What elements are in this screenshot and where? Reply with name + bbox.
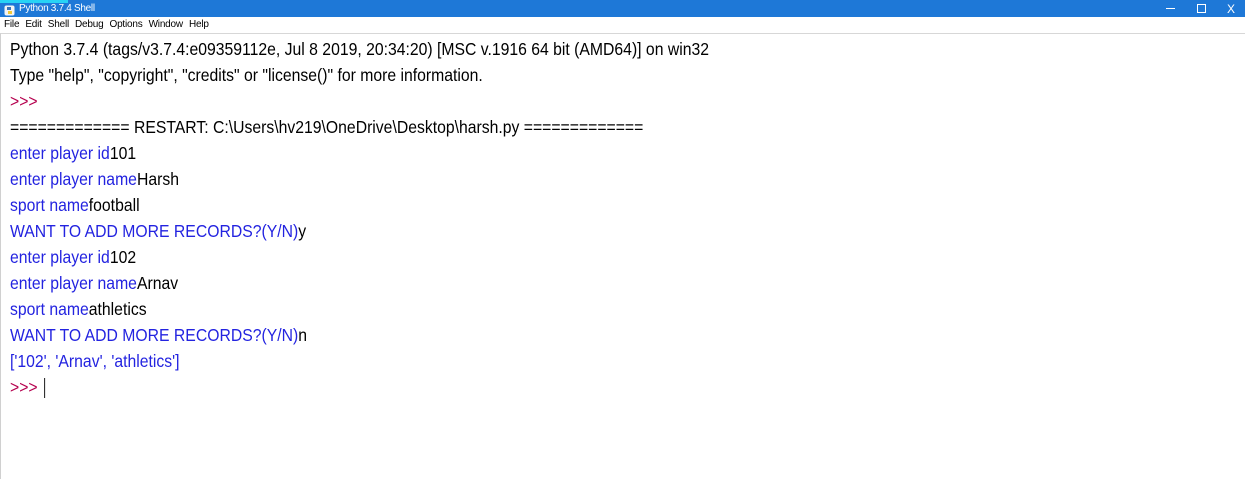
user-input: n bbox=[298, 325, 307, 345]
program-output: enter player name bbox=[10, 169, 137, 189]
shell-prompt: >>> bbox=[10, 377, 38, 397]
shell-line: WANT TO ADD MORE RECORDS?(Y/N)n bbox=[10, 322, 307, 348]
menu-window[interactable]: Window bbox=[149, 18, 184, 32]
text-cursor bbox=[43, 378, 45, 399]
shell-text: Type "help", "copyright", "credits" or "… bbox=[10, 65, 483, 85]
shell-line: WANT TO ADD MORE RECORDS?(Y/N)y bbox=[10, 218, 306, 244]
shell-line: Type "help", "copyright", "credits" or "… bbox=[10, 62, 483, 88]
shell-line: enter player id102 bbox=[10, 244, 136, 270]
python-icon bbox=[4, 3, 15, 16]
program-output: sport name bbox=[10, 195, 89, 215]
shell-line: sport namefootball bbox=[10, 192, 140, 218]
program-output: WANT TO ADD MORE RECORDS?(Y/N) bbox=[10, 221, 299, 241]
shell-text: Python 3.7.4 (tags/v3.7.4:e09359112e, Ju… bbox=[10, 39, 709, 59]
close-button[interactable]: X bbox=[1216, 0, 1245, 17]
shell-line: >>> bbox=[10, 374, 45, 400]
minimize-icon bbox=[1165, 8, 1175, 9]
shell-line: >>> bbox=[10, 88, 38, 114]
minimize-button[interactable] bbox=[1155, 0, 1185, 17]
maximize-icon bbox=[1196, 4, 1206, 13]
user-input: athletics bbox=[88, 299, 147, 319]
shell-line: ['102', 'Arnav', 'athletics'] bbox=[10, 348, 180, 374]
shell-line: ============= RESTART: C:\Users\hv219\On… bbox=[10, 114, 643, 140]
menu-debug[interactable]: Debug bbox=[75, 18, 104, 32]
program-output: ['102', 'Arnav', 'athletics'] bbox=[10, 351, 180, 371]
menu-options[interactable]: Options bbox=[109, 18, 142, 32]
shell-line: Python 3.7.4 (tags/v3.7.4:e09359112e, Ju… bbox=[10, 36, 709, 62]
program-output: enter player id bbox=[10, 247, 110, 267]
user-input: Arnav bbox=[136, 273, 179, 293]
shell-prompt: >>> bbox=[10, 91, 38, 111]
shell-line: sport nameathletics bbox=[10, 296, 147, 322]
user-input: football bbox=[88, 195, 140, 215]
user-input: 101 bbox=[109, 143, 137, 163]
menu-help[interactable]: Help bbox=[189, 18, 209, 32]
shell-text-area[interactable]: Python 3.7.4 (tags/v3.7.4:e09359112e, Ju… bbox=[0, 33, 1245, 479]
menu-bar: File Edit Shell Debug Options Window Hel… bbox=[0, 17, 1245, 33]
maximize-button[interactable] bbox=[1186, 0, 1216, 17]
user-input: y bbox=[298, 221, 307, 241]
window-title: Python 3.7.4 Shell bbox=[19, 3, 95, 14]
menu-edit[interactable]: Edit bbox=[25, 18, 42, 32]
close-icon: X bbox=[1226, 1, 1235, 16]
program-output: enter player id bbox=[10, 143, 110, 163]
program-output: enter player name bbox=[10, 273, 137, 293]
shell-line: enter player nameHarsh bbox=[10, 166, 179, 192]
user-input: 102 bbox=[109, 247, 137, 267]
menu-file[interactable]: File bbox=[4, 18, 20, 32]
shell-line: enter player nameArnav bbox=[10, 270, 178, 296]
user-input: Harsh bbox=[136, 169, 179, 189]
shell-text: ============= RESTART: C:\Users\hv219\On… bbox=[10, 117, 644, 137]
program-output: WANT TO ADD MORE RECORDS?(Y/N) bbox=[10, 325, 299, 345]
shell-line: enter player id101 bbox=[10, 140, 136, 166]
menu-shell[interactable]: Shell bbox=[48, 18, 69, 32]
title-bar[interactable]: Python 3.7.4 Shell X bbox=[0, 0, 1245, 17]
program-output: sport name bbox=[10, 299, 89, 319]
